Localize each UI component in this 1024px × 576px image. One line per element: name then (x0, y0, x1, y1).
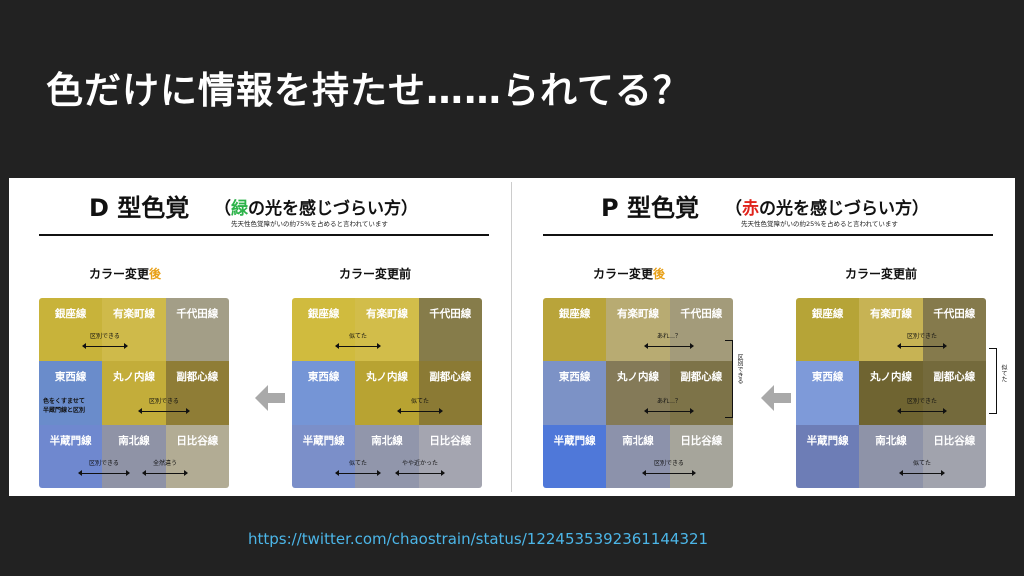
line-cell: 銀座線 (796, 298, 860, 362)
comparison-note: あれ…？ (644, 396, 694, 414)
line-cell: 半蔵門線 (292, 424, 356, 488)
vertical-bracket (989, 348, 997, 414)
line-cell: 副都心線 (418, 361, 482, 425)
comparison-note: 区別できた (897, 331, 947, 349)
after-label: カラー変更後 (89, 267, 162, 281)
line-cell: 半蔵門線 (543, 424, 607, 488)
line-cell: 千代田線 (165, 298, 229, 362)
comparison-note: 似てた (335, 331, 381, 349)
line-cell: 銀座線 (292, 298, 356, 362)
comparison-note: 区別できる (642, 458, 696, 476)
line-cell: 日比谷線 (165, 424, 229, 488)
comparison-note: 区別できる (78, 458, 130, 476)
after-color-grid: 銀座線 有楽町線 千代田線 東西線 丸ノ内線 副都心線 半蔵門線 南北線 日比谷… (543, 298, 733, 488)
line-cell: 東西線 (39, 361, 103, 425)
after-color-grid: 銀座線 有楽町線 千代田線 東西線 丸ノ内線 副都心線 半蔵門線 南北線 日比谷… (39, 298, 229, 488)
before-label: カラー変更前 (339, 267, 412, 281)
line-cell: 丸ノ内線 (102, 361, 166, 425)
panel-note: 先天性色覚障がいの約75%を占めると言われています (231, 220, 388, 228)
panel-subtitle: （赤の光を感じづらい方） (725, 199, 929, 219)
vertical-bracket (725, 340, 733, 418)
line-cell: 有楽町線 (102, 298, 166, 362)
line-cell: 東西線 (292, 361, 356, 425)
line-cell: 日比谷線 (922, 424, 986, 488)
comparison-note: 区別できる (82, 331, 128, 349)
comparison-note: 色をくすませて 半蔵門線と区別 (43, 398, 86, 414)
line-cell: 副都心線 (165, 361, 229, 425)
line-cell: 半蔵門線 (39, 424, 103, 488)
line-cell: 丸ノ内線 (859, 361, 923, 425)
comparison-note: 全然違う (142, 458, 188, 476)
line-cell: 日比谷線 (418, 424, 482, 488)
line-cell: 千代田線 (922, 298, 986, 362)
comparison-note: 区別できる (138, 396, 190, 414)
line-cell: 千代田線 (669, 298, 733, 362)
line-cell: 丸ノ内線 (355, 361, 419, 425)
before-color-grid: 銀座線 有楽町線 千代田線 東西線 丸ノ内線 副都心線 半蔵門線 南北線 日比谷… (292, 298, 482, 488)
arrow-left-icon (255, 385, 285, 411)
highlight-word: 緑 (231, 199, 248, 219)
line-cell: 有楽町線 (859, 298, 923, 362)
after-label: カラー変更後 (593, 267, 666, 281)
line-cell: 半蔵門線 (796, 424, 860, 488)
comparison-figure: D 型色覚 （緑の光を感じづらい方） 先天性色覚障がいの約75%を占めると言われ… (9, 178, 1015, 496)
arrow-left-icon (761, 385, 791, 411)
panel-heading: P 型色覚 (601, 194, 699, 222)
line-cell: 銀座線 (543, 298, 607, 362)
before-color-grid: 銀座線 有楽町線 千代田線 東西線 丸ノ内線 副都心線 半蔵門線 南北線 日比谷… (796, 298, 986, 488)
line-cell: 南北線 (355, 424, 419, 488)
panel-heading: D 型色覚 (89, 194, 190, 222)
comparison-note: 区別できた (897, 396, 947, 414)
line-cell: 有楽町線 (355, 298, 419, 362)
line-cell: 千代田線 (418, 298, 482, 362)
line-cell: 丸ノ内線 (606, 361, 670, 425)
line-cell: 南北線 (102, 424, 166, 488)
line-cell: 副都心線 (922, 361, 986, 425)
line-cell: 東西線 (543, 361, 607, 425)
line-cell: 日比谷線 (669, 424, 733, 488)
line-cell: 東西線 (796, 361, 860, 425)
comparison-note: 似てた (335, 458, 381, 476)
line-cell: 銀座線 (39, 298, 103, 362)
line-cell: 有楽町線 (606, 298, 670, 362)
comparison-note: あれ…？ (644, 331, 694, 349)
panel-subtitle: （緑の光を感じづらい方） (214, 199, 418, 219)
panel-divider (511, 182, 512, 492)
comparison-note: 似てた (899, 458, 945, 476)
p-type-panel: P 型色覚 （赤の光を感じづらい方） 先天性色覚障がいの約25%を占めると言われ… (513, 178, 1014, 496)
panel-note: 先天性色覚障がいの約25%を占めると言われています (741, 220, 898, 228)
source-link[interactable]: https://twitter.com/chaostrain/status/12… (248, 530, 708, 548)
heading-rule (543, 234, 993, 236)
line-cell: 南北線 (606, 424, 670, 488)
heading-rule (39, 234, 489, 236)
before-label: カラー変更前 (845, 267, 918, 281)
line-cell: 副都心線 (669, 361, 733, 425)
highlight-word: 赤 (742, 199, 759, 219)
comparison-note: 似てた (1000, 364, 1007, 382)
line-cell: 南北線 (859, 424, 923, 488)
comparison-note: やや近かった (395, 458, 445, 476)
comparison-note: 似てた (397, 396, 443, 414)
d-type-panel: D 型色覚 （緑の光を感じづらい方） 先天性色覚障がいの約75%を占めると言われ… (9, 178, 510, 496)
comparison-note: 区別できる (736, 354, 743, 384)
slide-title: 色だけに情報を持たせ……られてる？ (46, 69, 691, 112)
